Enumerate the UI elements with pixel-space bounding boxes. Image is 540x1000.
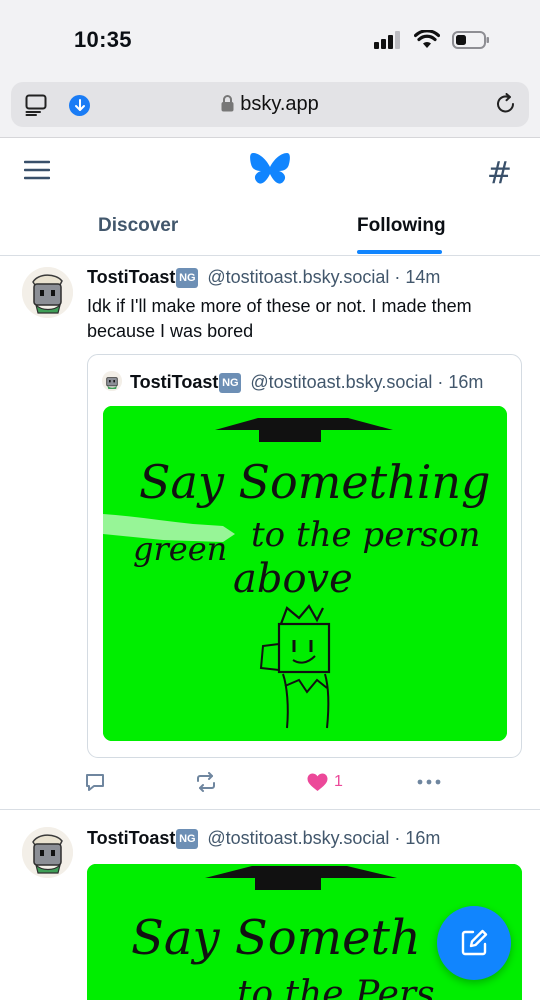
tab-discover[interactable]: Discover — [98, 215, 178, 237]
post-header: TostiToast NG @tostitoast.bsky.social · 1… — [87, 828, 440, 849]
author-handle[interactable]: @tostitoast.bsky.social — [207, 267, 389, 287]
battery-icon — [452, 30, 489, 49]
image-text-line-2: to the Pers — [237, 974, 435, 1000]
compose-button[interactable] — [437, 906, 511, 980]
menu-icon[interactable] — [24, 160, 50, 180]
status-time: 10:35 — [74, 27, 132, 52]
more-icon — [417, 779, 441, 785]
separator-dot: · — [394, 267, 401, 287]
lock-icon — [221, 95, 234, 112]
active-tab-indicator — [357, 250, 442, 254]
ng-badge: NG — [176, 829, 199, 849]
hash-icon[interactable]: # — [487, 156, 512, 191]
reload-icon[interactable] — [495, 93, 517, 115]
quote-avatar — [102, 371, 122, 391]
quote-author-handle[interactable]: @tostitoast.bsky.social — [250, 372, 432, 392]
quote-header: TostiToast NG @tostitoast.bsky.social · 1… — [102, 371, 483, 393]
wifi-icon — [414, 30, 440, 48]
tab-following[interactable]: Following — [357, 215, 446, 237]
author-name[interactable]: TostiToast — [87, 267, 175, 287]
app-header: # Discover Following — [0, 138, 540, 256]
reply-icon — [86, 773, 104, 791]
avatar[interactable] — [22, 267, 73, 318]
image-text-line-3: to the person — [251, 515, 480, 555]
status-bar: 10:35 — [0, 0, 540, 78]
post-text: Idk if I'll make more of these or not. I… — [87, 296, 472, 341]
compose-icon — [461, 929, 488, 956]
image-text-line-2: green — [133, 530, 227, 568]
image-text-line-1: Say Something — [139, 455, 491, 509]
reply-button[interactable] — [85, 768, 105, 796]
feed-post[interactable]: TostiToast NG @tostitoast.bsky.social · 1… — [0, 256, 540, 810]
like-count: 1 — [334, 773, 343, 790]
post-actions: 1 — [0, 768, 540, 798]
ng-badge: NG — [176, 268, 199, 288]
quote-ng-badge: NG — [219, 373, 242, 393]
quote-author-name[interactable]: TostiToast — [130, 372, 218, 392]
status-icons — [374, 30, 490, 49]
repost-icon — [197, 772, 215, 792]
quote-image[interactable]: Say Something green to the person above — [103, 406, 507, 741]
image-text-line-4: above — [233, 556, 353, 602]
more-options-button[interactable] — [417, 768, 441, 796]
url-field[interactable]: bsky.app — [11, 82, 529, 127]
repost-button[interactable] — [195, 768, 217, 796]
author-handle[interactable]: @tostitoast.bsky.social — [207, 828, 389, 848]
post-timestamp[interactable]: 16m — [405, 828, 440, 848]
quote-separator-dot: · — [437, 372, 444, 392]
browser-toolbar: bsky.app — [0, 78, 540, 138]
image-text-line-1: Say Someth — [131, 910, 421, 966]
butterfly-logo-icon[interactable] — [250, 152, 290, 188]
post-header: TostiToast NG @tostitoast.bsky.social · 1… — [87, 267, 440, 288]
quoted-post[interactable]: TostiToast NG @tostitoast.bsky.social · 1… — [87, 354, 522, 758]
post-timestamp[interactable]: 14m — [405, 267, 440, 287]
quote-timestamp[interactable]: 16m — [448, 372, 483, 392]
url-text: bsky.app — [240, 93, 319, 115]
heart-filled-icon — [307, 773, 328, 791]
separator-dot: · — [394, 828, 401, 848]
author-name[interactable]: TostiToast — [87, 828, 175, 848]
url-display[interactable]: bsky.app — [11, 93, 529, 116]
avatar[interactable] — [22, 827, 73, 878]
like-button[interactable]: 1 — [307, 768, 343, 796]
cellular-signal-icon — [374, 30, 400, 49]
